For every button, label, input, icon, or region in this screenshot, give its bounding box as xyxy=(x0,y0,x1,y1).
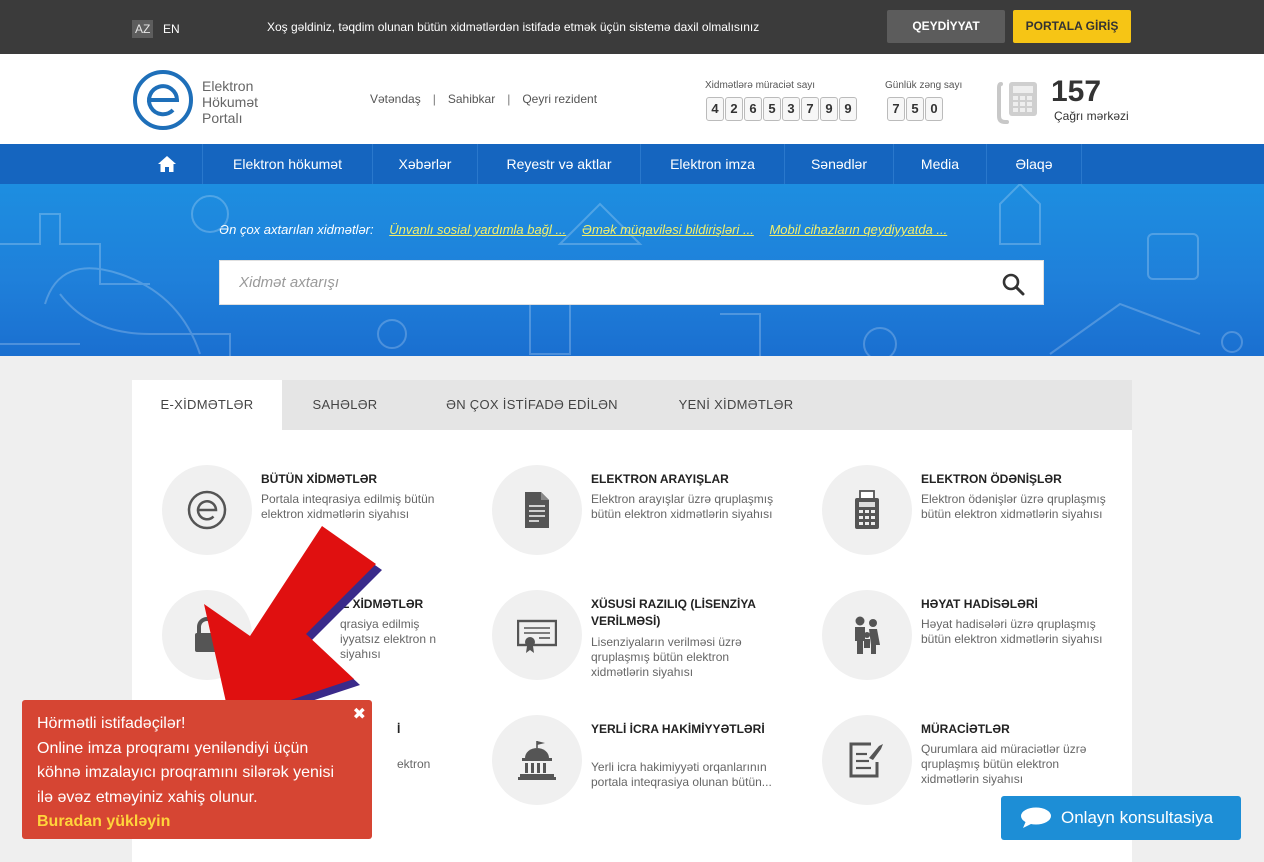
edit-document-icon xyxy=(849,742,883,778)
tab-most-used[interactable]: ƏN ÇOX İSTİFADƏ EDİLƏN xyxy=(408,380,656,430)
counter-digit: 5 xyxy=(906,97,924,121)
e-government-logo[interactable] xyxy=(132,69,194,131)
service-licensing[interactable]: XÜSUSİ RAZILIQ (LİSENZİYA VERİLMƏSİ) Lis… xyxy=(492,590,812,700)
counter-digit: 2 xyxy=(725,97,743,121)
family-icon xyxy=(855,616,880,654)
service-icon-circle xyxy=(822,590,912,680)
chat-bubble-icon xyxy=(1021,807,1051,828)
search-box xyxy=(219,260,1044,305)
logo-text: Elektron Hökumət Portalı xyxy=(202,78,259,126)
service-description: ektron xyxy=(397,757,431,771)
nav-item-registry[interactable]: Reyestr və aktlar xyxy=(477,144,640,184)
online-consultation-button[interactable]: Onlayn konsultasiya xyxy=(1001,796,1241,840)
hotline-number[interactable]: 157 xyxy=(1051,75,1101,109)
service-title: ELEKTRON ÖDƏNİŞLƏR xyxy=(921,472,1062,486)
popular-link-labor-contract[interactable]: Əmək müqaviləsi bildirişləri ... xyxy=(582,222,754,237)
site-header: Elektron Hökumət Portalı Vətəndaş | Sahibk… xyxy=(0,54,1264,144)
tab-new-services[interactable]: YENİ XİDMƏTLƏR xyxy=(656,380,816,430)
document-icon xyxy=(525,492,549,528)
top-bar: AZ EN Xoş gəldiniz, təqdim olunan bütün … xyxy=(0,0,1264,54)
daily-calls-counter: 7 5 0 xyxy=(887,97,943,121)
nav-item-media[interactable]: Media xyxy=(893,144,986,184)
language-az[interactable]: AZ xyxy=(132,20,154,38)
service-icon-circle xyxy=(492,590,582,680)
notice-text: ilə əvəz etməyiniz xahiş olunur. xyxy=(37,788,258,806)
popular-link-mobile-registration[interactable]: Mobil cihazların qeydiyyatda ... xyxy=(769,222,947,237)
download-link[interactable]: Buradan yükləyin xyxy=(37,810,357,835)
service-title: ELEKTRON ARAYIŞLAR xyxy=(591,472,729,486)
service-description: Elektron arayışlar üzrə qruplaşmış bütün… xyxy=(591,492,774,521)
portal-login-button[interactable]: PORTALA GİRİŞ xyxy=(1013,10,1131,43)
link-non-resident[interactable]: Qeyri rezident xyxy=(522,92,597,106)
nav-item-contact[interactable]: Əlaqə xyxy=(986,144,1082,184)
services-counter-label: Xidmətlərə müraciət sayı xyxy=(705,80,816,91)
service-description: Elektron ödənişlər üzrə qruplaşmış bütün… xyxy=(921,492,1106,521)
service-icon-circle xyxy=(822,715,912,805)
government-building-icon xyxy=(518,741,556,780)
link-entrepreneur[interactable]: Sahibkar xyxy=(448,92,495,106)
popular-link-social-aid[interactable]: Ünvanlı sosial yardımla bağl ... xyxy=(389,222,566,237)
service-title: YERLİ İCRA HAKİMİYYƏTLƏRİ xyxy=(591,722,765,736)
service-icon-circle xyxy=(492,465,582,555)
home-icon xyxy=(158,156,176,172)
service-description: Həyat hadisələri üzrə qruplaşmış bütün e… xyxy=(921,617,1103,646)
signature-update-notice: ✖ Hörmətli istifadəçilər! Online imza pr… xyxy=(22,700,372,839)
tab-e-services[interactable]: E-XİDMƏTLƏR xyxy=(132,380,282,430)
counter-digit: 7 xyxy=(801,97,819,121)
counter-digit: 7 xyxy=(887,97,905,121)
calculator-icon xyxy=(855,490,879,529)
nav-item-e-signature[interactable]: Elektron imza xyxy=(640,144,784,184)
notice-text: köhnə imzalayıcı proqramını silərək yeni… xyxy=(37,764,335,781)
counter-digit: 3 xyxy=(782,97,800,121)
daily-calls-label: Günlük zəng sayı xyxy=(885,80,963,91)
service-title: HƏYAT HADİSƏLƏRİ xyxy=(921,597,1038,611)
close-icon[interactable]: ✖ xyxy=(353,704,366,724)
certificate-icon xyxy=(517,619,557,653)
service-title: XÜSUSİ RAZILIQ (LİSENZİYA VERİLMƏSİ) xyxy=(591,597,756,628)
link-citizen[interactable]: Vətəndaş xyxy=(370,92,421,106)
service-e-payments[interactable]: ELEKTRON ÖDƏNİŞLƏR Elektron ödənişlər üz… xyxy=(822,465,1142,575)
notice-text: Online imza proqramı yeniləndiyi üçün xyxy=(37,739,309,757)
service-icon-circle xyxy=(492,715,582,805)
service-description: Lisenziyaların verilməsi üzrə qruplaşmış… xyxy=(591,635,742,679)
counter-digit: 9 xyxy=(820,97,838,121)
service-description: Qurumlara aid müraciətlər üzrə qruplaşmı… xyxy=(921,742,1087,786)
service-local-authorities[interactable]: YERLİ İCRA HAKİMİYYƏTLƏRİ Yerli icra hak… xyxy=(492,715,812,825)
counter-digit: 0 xyxy=(925,97,943,121)
nav-item-documents[interactable]: Sənədlər xyxy=(784,144,893,184)
popular-services: Ən çox axtarılan xidmətlər: Ünvanlı sosi… xyxy=(219,222,947,237)
service-description: Yerli icra hakimiyyəti orqanlarının port… xyxy=(591,760,772,789)
service-description: Portala inteqrasiya edilmiş bütün elektr… xyxy=(261,492,435,521)
service-icon-circle xyxy=(822,465,912,555)
services-counter: 4 2 6 5 3 7 9 9 xyxy=(706,97,857,121)
search-input[interactable] xyxy=(220,261,990,304)
service-life-events[interactable]: HƏYAT HADİSƏLƏRİ Həyat hadisələri üzrə q… xyxy=(822,590,1142,700)
counter-digit: 9 xyxy=(839,97,857,121)
main-navigation: Elektron hökumət Xəbərlər Reyestr və akt… xyxy=(0,144,1264,184)
service-title: MÜRACİƏTLƏR xyxy=(921,722,1010,736)
language-en[interactable]: EN xyxy=(160,20,183,38)
counter-digit: 5 xyxy=(763,97,781,121)
tab-areas[interactable]: SAHƏLƏR xyxy=(282,380,408,430)
nav-item-news[interactable]: Xəbərlər xyxy=(372,144,477,184)
phone-icon xyxy=(997,82,1037,124)
register-button[interactable]: QEYDİYYAT xyxy=(887,10,1005,43)
counter-digit: 4 xyxy=(706,97,724,121)
online-consultation-label: Onlayn konsultasiya xyxy=(1061,808,1214,827)
nav-home[interactable] xyxy=(132,144,202,184)
red-arrow-overlay xyxy=(204,526,382,726)
welcome-message: Xoş gəldiniz, təqdim olunan bütün xidmət… xyxy=(267,20,760,34)
service-e-certificates[interactable]: ELEKTRON ARAYIŞLAR Elektron arayışlar üz… xyxy=(492,465,812,575)
nav-item-e-government[interactable]: Elektron hökumət xyxy=(202,144,372,184)
search-icon[interactable] xyxy=(1001,272,1025,296)
user-type-links: Vətəndaş | Sahibkar | Qeyri rezident xyxy=(370,92,598,106)
service-title: BÜTÜN XİDMƏTLƏR xyxy=(261,472,378,486)
counter-digit: 6 xyxy=(744,97,762,121)
hotline-label: Çağrı mərkəzi xyxy=(1054,109,1129,123)
search-hero: Ən çox axtarılan xidmətlər: Ünvanlı sosi… xyxy=(0,184,1264,356)
notice-greeting: Hörmətli istifadəçilər! xyxy=(37,715,186,732)
services-tabs: E-XİDMƏTLƏR SAHƏLƏR ƏN ÇOX İSTİFADƏ EDİL… xyxy=(132,380,1132,430)
popular-services-label: Ən çox axtarılan xidmətlər: xyxy=(219,222,374,237)
